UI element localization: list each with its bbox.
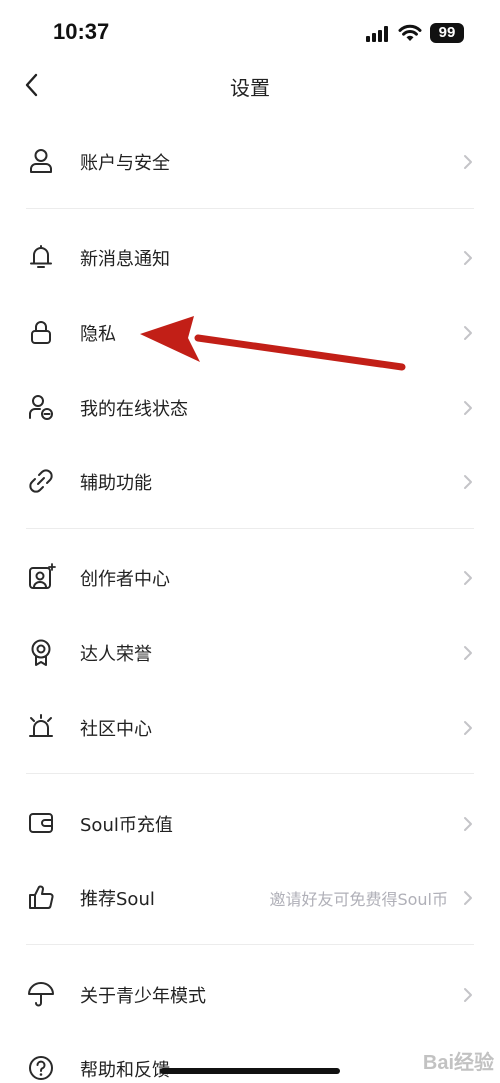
row-recommend-soul[interactable]: 推荐Soul 邀请好友可免费得Soul币 <box>0 867 500 927</box>
row-label: 关于青少年模式 <box>80 986 206 1007</box>
chevron-right-icon <box>464 721 472 735</box>
row-label: 推荐Soul <box>80 889 155 910</box>
row-label: 新消息通知 <box>80 249 170 270</box>
chevron-right-icon <box>464 988 472 1002</box>
section-divider <box>26 944 474 945</box>
umbrella-icon <box>28 982 54 1007</box>
row-community-center[interactable]: 社区中心 <box>0 697 500 757</box>
wallet-icon <box>29 813 53 833</box>
chevron-right-icon <box>464 251 472 265</box>
row-label: 达人荣誉 <box>80 644 152 665</box>
bell-icon <box>30 245 52 268</box>
chevron-right-icon <box>464 891 472 905</box>
status-time: 10:37 <box>53 19 110 44</box>
thumbs-up-icon <box>29 885 54 909</box>
wifi-icon <box>398 24 422 41</box>
row-label: 隐私 <box>80 324 116 345</box>
user-icon <box>30 149 52 173</box>
alarm-icon <box>29 714 53 737</box>
settings-screen: 10:37 99 设置 账户与安全 新消息通知 隐私 我的在线状态 辅助功能 创… <box>0 0 500 1083</box>
section-divider <box>26 528 474 529</box>
section-divider <box>26 773 474 774</box>
row-label: 帮助和反馈 <box>80 1060 170 1081</box>
row-label: 创作者中心 <box>80 569 170 590</box>
user-status-icon <box>29 395 53 420</box>
status-bar: 10:37 99 <box>0 0 500 64</box>
row-label: Soul币充值 <box>80 815 173 836</box>
row-soul-coin-recharge[interactable]: Soul币充值 <box>0 793 500 853</box>
chevron-right-icon <box>464 646 472 660</box>
page-title: 设置 <box>230 76 270 100</box>
chevron-right-icon <box>464 155 472 169</box>
row-label: 我的在线状态 <box>80 399 188 420</box>
signal-icon <box>366 26 388 42</box>
award-icon <box>31 639 51 666</box>
lock-icon <box>31 321 51 344</box>
chevron-right-icon <box>464 401 472 415</box>
row-creator-center[interactable]: 创作者中心 <box>0 547 500 607</box>
link-icon <box>29 469 53 493</box>
row-online-status[interactable]: 我的在线状态 <box>0 377 500 437</box>
annotation-arrow <box>140 316 406 371</box>
watermark: Bai经验 <box>422 1052 494 1074</box>
row-expert-honor[interactable]: 达人荣誉 <box>0 622 500 682</box>
section-divider <box>26 208 474 209</box>
row-label: 社区中心 <box>80 719 152 740</box>
row-account-security[interactable]: 账户与安全 <box>0 131 500 191</box>
chevron-right-icon <box>464 326 472 340</box>
chevron-right-icon <box>464 817 472 831</box>
home-indicator <box>160 1068 340 1074</box>
row-teen-mode[interactable]: 关于青少年模式 <box>0 964 500 1024</box>
battery-indicator: 99 <box>430 23 464 43</box>
row-accessibility[interactable]: 辅助功能 <box>0 451 500 511</box>
creator-icon <box>29 563 56 589</box>
chevron-right-icon <box>464 475 472 489</box>
nav-bar: 设置 <box>0 60 500 110</box>
chevron-right-icon <box>464 571 472 585</box>
help-icon <box>29 1056 53 1080</box>
row-label: 辅助功能 <box>80 473 152 494</box>
row-label: 账户与安全 <box>80 153 170 174</box>
row-notifications[interactable]: 新消息通知 <box>0 227 500 287</box>
invite-hint: 邀请好友可免费得Soul币 <box>269 890 448 909</box>
